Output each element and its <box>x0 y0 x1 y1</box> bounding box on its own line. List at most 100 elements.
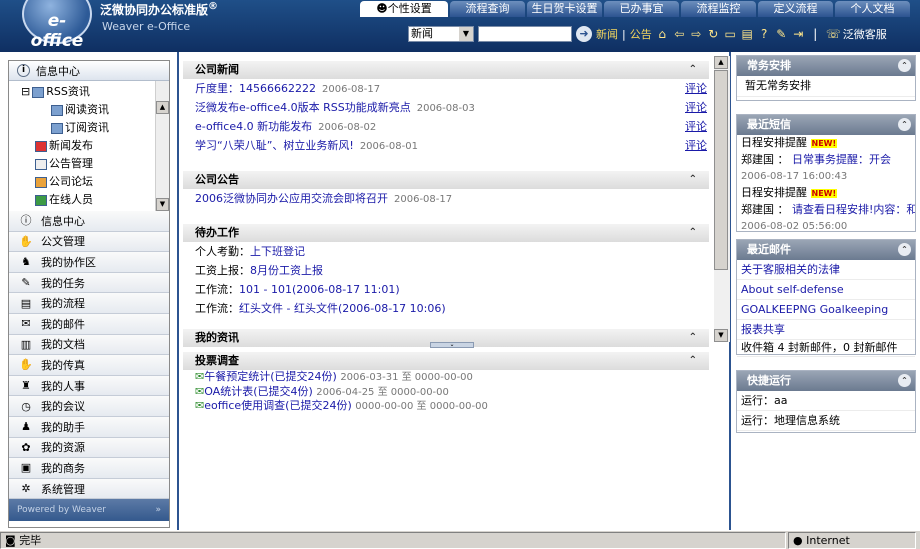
menu-item[interactable]: ▥ 我的文档 <box>9 334 169 356</box>
news-title[interactable]: 学习“八荣八耻”、树立业务新风! <box>195 139 354 152</box>
notice-item[interactable]: 2006泛微协同办公应用交流会即将召开 2006-08-17 <box>183 189 709 208</box>
exit-icon[interactable]: ⇥ <box>792 27 805 41</box>
mail-subject[interactable]: About self-defense <box>741 283 844 296</box>
vote-title[interactable]: eoffice使用调查(已提交24份) <box>204 399 352 412</box>
main-scrollbar[interactable]: ▲ ▼ <box>714 56 730 342</box>
news-item[interactable]: 泛微发布e-office4.0版本 RSS功能成新亮点 2006-08-03 评论 <box>183 98 709 117</box>
tree-item-forum[interactable]: 公司论坛 <box>21 173 169 191</box>
tree-item-news[interactable]: 新闻发布 <box>21 137 169 155</box>
collapse-icon[interactable]: ⌃ <box>898 374 911 387</box>
todo-link[interactable]: 101 - 101(2006-08-17 11:01) <box>239 283 400 296</box>
news-item[interactable]: 斤度里：14566662222 2006-08-17 评论 <box>183 79 709 98</box>
mail-subject[interactable]: GOALKEEPNG Goalkeeping <box>741 303 888 316</box>
back-icon[interactable]: ⇦ <box>673 27 686 41</box>
scroll-up-icon[interactable]: ▲ <box>156 101 169 114</box>
quickrun-item[interactable]: 运行：地理信息系统 <box>737 411 915 431</box>
todo-link[interactable]: 红头文件 - 红头文件(2006-08-17 10:06) <box>239 302 446 315</box>
tree-item-notice[interactable]: 公告管理 <box>21 155 169 173</box>
mail-item[interactable]: About self-defense <box>737 280 915 300</box>
scroll-up-icon[interactable]: ▲ <box>714 56 728 69</box>
tab-done[interactable]: 已办事宜 <box>604 1 679 17</box>
menu-item[interactable]: ▣ 我的商务 <box>9 458 169 479</box>
tree-header[interactable]: i 信息中心 <box>9 61 169 81</box>
service-link[interactable]: 泛微客服 <box>843 26 887 42</box>
tree-scrollbar[interactable]: ▲ ▼ <box>155 81 169 211</box>
mail-item[interactable]: GOALKEEPNG Goalkeeping <box>737 300 915 320</box>
menu-item[interactable]: ✉ 我的邮件 <box>9 313 169 335</box>
folder-icon[interactable]: ▭ <box>724 27 737 41</box>
comment-link[interactable]: 评论 <box>685 117 707 136</box>
search-type-select[interactable]: 新闻 ▼ <box>408 26 474 42</box>
collapse-icon[interactable]: ⌃ <box>689 171 697 189</box>
sms-item-body[interactable]: 郑建国 ： 日常事务提醒：开会 <box>737 152 915 168</box>
menu-item[interactable]: ✋ 我的传真 <box>9 355 169 376</box>
tab-personal-settings[interactable]: ☻个性设置 <box>360 1 448 17</box>
tab-birthday-card[interactable]: 生日贺卡设置 <box>527 1 602 17</box>
menu-item[interactable]: ♟ 我的助手 <box>9 416 169 438</box>
go-icon[interactable]: ➜ <box>576 26 592 42</box>
menu-item[interactable]: ✋ 公文管理 <box>9 231 169 253</box>
vote-item[interactable]: ✉午餐预定统计(已提交24份) 2006-03-31 至 0000-00-00 <box>183 370 709 385</box>
scroll-down-icon[interactable]: ▼ <box>156 198 169 211</box>
collapse-icon[interactable]: ⊟ <box>21 83 30 101</box>
collapse-icon[interactable]: ⌃ <box>689 61 697 79</box>
tree-item-subscribe[interactable]: 订阅资讯 <box>21 119 169 137</box>
comment-link[interactable]: 评论 <box>685 136 707 155</box>
sms-text[interactable]: 请查看日程安排!内容：和领导开会 <box>792 203 915 216</box>
news-title[interactable]: 泛微发布e-office4.0版本 RSS功能成新亮点 <box>195 101 411 114</box>
scroll-down-icon[interactable]: ▼ <box>714 329 728 342</box>
notice-link[interactable]: 公告 <box>630 26 652 42</box>
todo-item[interactable]: 工作流：101 - 101(2006-08-17 11:01) <box>183 280 709 299</box>
comment-link[interactable]: 评论 <box>685 98 707 117</box>
menu-item[interactable]: ♞ 我的协作区 <box>9 252 169 273</box>
collapse-icon[interactable]: ⌃ <box>898 243 911 256</box>
sms-item-body[interactable]: 郑建国 ： 请查看日程安排!内容：和领导开会 <box>737 202 915 218</box>
quickrun-item[interactable]: 运行：aa <box>737 391 915 411</box>
menu-item[interactable]: ⓘ 信息中心 <box>9 211 169 232</box>
scroll-thumb[interactable] <box>714 70 728 270</box>
refresh-icon[interactable]: ↻ <box>707 27 720 41</box>
home-icon[interactable]: ⌂ <box>656 27 669 41</box>
todo-link[interactable]: 上下班登记 <box>250 245 305 258</box>
menu-item[interactable]: ✎ 我的任务 <box>9 272 169 294</box>
list-icon[interactable]: ▤ <box>741 27 754 41</box>
search-input[interactable] <box>478 26 572 42</box>
tree-item-read[interactable]: 阅读资讯 <box>21 101 169 119</box>
mail-item[interactable]: 报表共享 <box>737 320 915 340</box>
tree-item-rss[interactable]: ⊟ RSS资讯 <box>21 83 169 101</box>
service-icon[interactable]: ☏ <box>826 27 841 41</box>
menu-item[interactable]: ◷ 我的会议 <box>9 396 169 417</box>
menu-item[interactable]: ✿ 我的资源 <box>9 437 169 459</box>
todo-link[interactable]: 8月份工资上报 <box>250 264 323 277</box>
tool-icon[interactable]: ✎ <box>775 27 788 41</box>
collapse-icon[interactable]: ⌃ <box>689 224 697 242</box>
menu-item[interactable]: ✲ 系统管理 <box>9 478 169 500</box>
vote-item[interactable]: ✉OA统计表(已提交4份) 2006-04-25 至 0000-00-00 <box>183 385 709 400</box>
forward-icon[interactable]: ⇨ <box>690 27 703 41</box>
news-item[interactable]: 学习“八荣八耻”、树立业务新风! 2006-08-01 评论 <box>183 136 709 155</box>
splitter-handle[interactable]: ⌄ <box>430 342 474 348</box>
collapse-icon[interactable]: ⌃ <box>898 118 911 131</box>
news-link[interactable]: 新闻 <box>596 26 618 42</box>
todo-item[interactable]: 工作流：红头文件 - 红头文件(2006-08-17 10:06) <box>183 299 709 318</box>
tab-flow-monitor[interactable]: 流程监控 <box>681 1 756 17</box>
tab-flow-query[interactable]: 流程查询 <box>450 1 525 17</box>
collapse-icon[interactable]: ⌃ <box>689 352 697 370</box>
vote-item[interactable]: ✉eoffice使用调查(已提交24份) 0000-00-00 至 0000-0… <box>183 399 709 414</box>
collapse-icon[interactable]: ⌃ <box>689 329 697 347</box>
tab-personal-docs[interactable]: 个人文档 <box>835 1 910 17</box>
vote-title[interactable]: OA统计表(已提交4份) <box>204 385 313 398</box>
expand-icon[interactable]: » <box>155 505 161 515</box>
news-title[interactable]: 斤度里：14566662222 <box>195 82 316 95</box>
mail-subject[interactable]: 关于客服相关的法律 <box>741 263 840 276</box>
help-icon[interactable]: ? <box>758 27 771 41</box>
tab-define-flow[interactable]: 定义流程 <box>758 1 833 17</box>
menu-item[interactable]: ▤ 我的流程 <box>9 293 169 314</box>
todo-item[interactable]: 个人考勤：上下班登记 <box>183 242 709 261</box>
mail-item[interactable]: 关于客服相关的法律 <box>737 260 915 280</box>
notice-title[interactable]: 2006泛微协同办公应用交流会即将召开 <box>195 192 388 205</box>
vote-title[interactable]: 午餐预定统计(已提交24份) <box>204 370 337 383</box>
tree-item-online[interactable]: 在线人员 <box>21 191 169 209</box>
news-item[interactable]: e-office4.0 新功能发布 2006-08-02 评论 <box>183 117 709 136</box>
mail-subject[interactable]: 报表共享 <box>741 323 785 336</box>
